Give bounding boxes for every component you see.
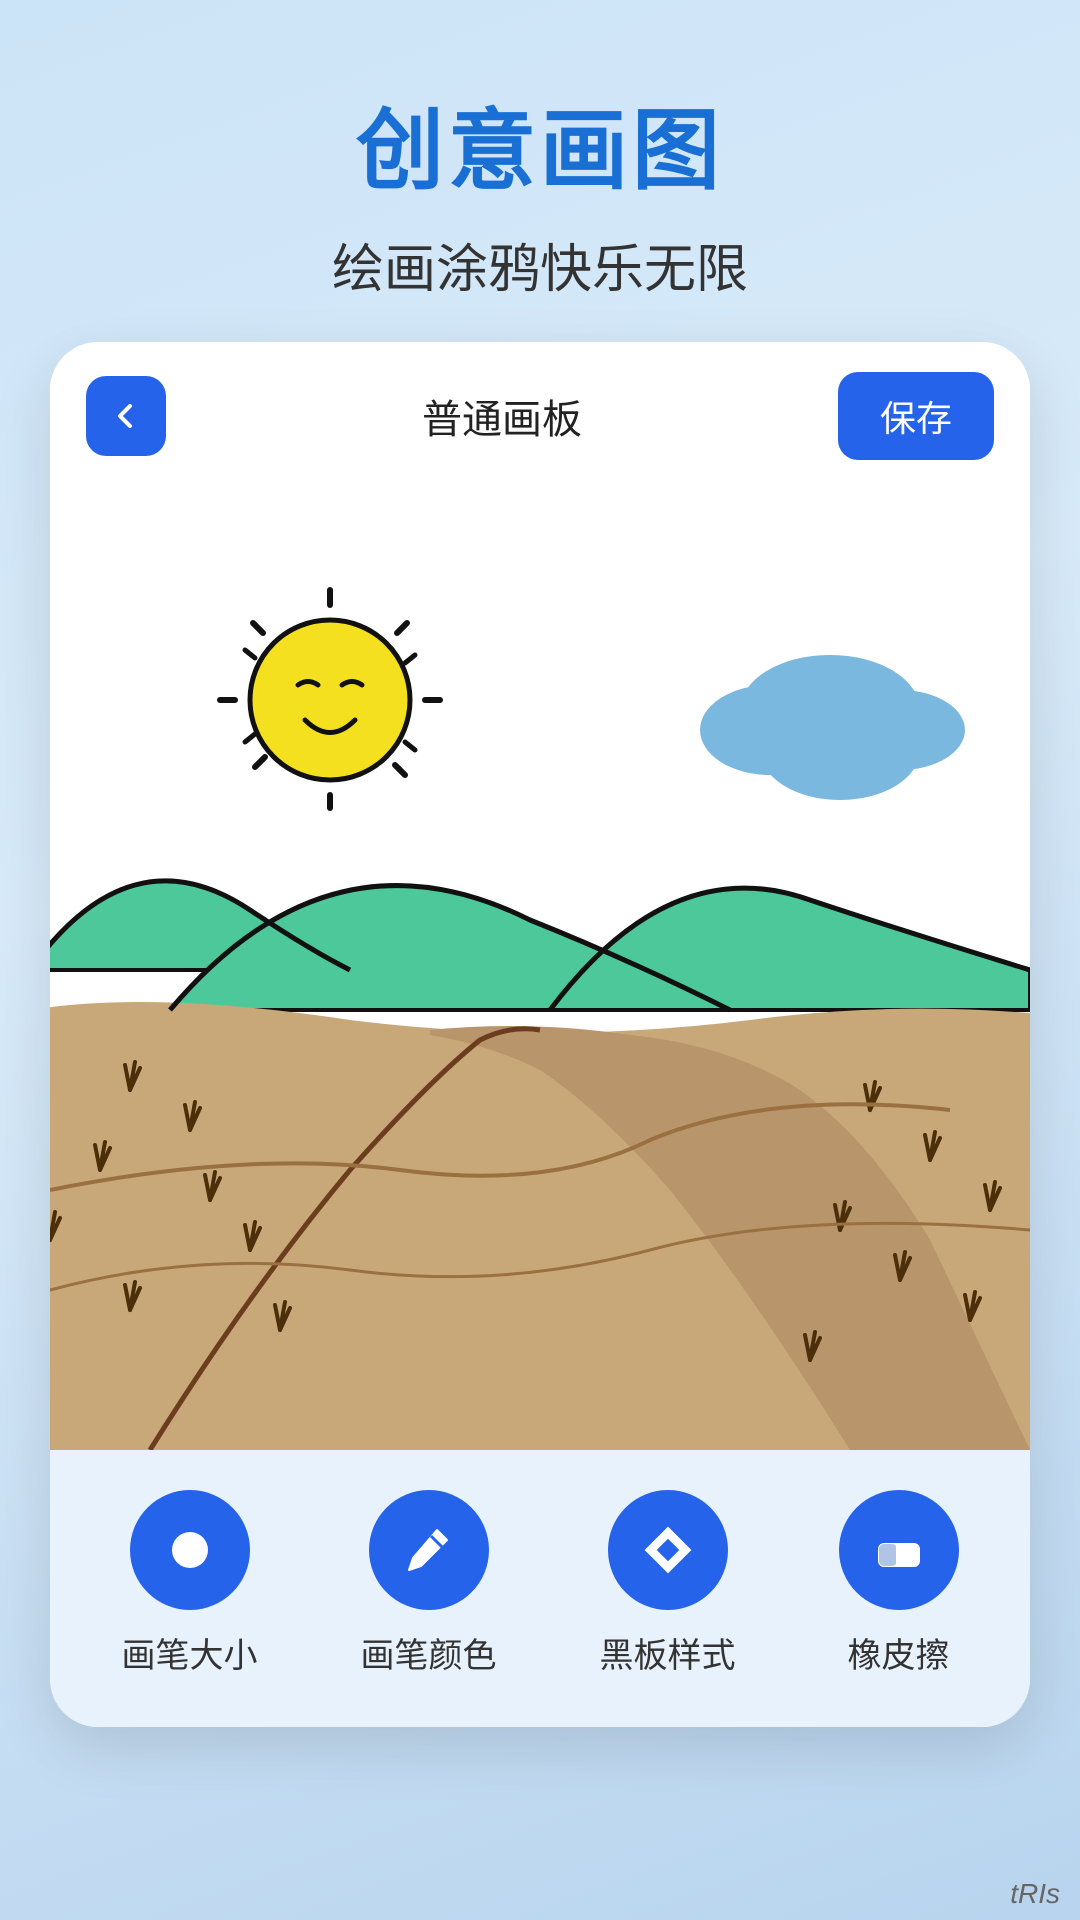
app-title: 创意画图 xyxy=(0,80,1080,207)
watermark: tRIs xyxy=(880,1760,1080,1920)
board-style-label: 黑板样式 xyxy=(600,1628,736,1677)
canvas-title: 普通画板 xyxy=(422,387,582,445)
save-button[interactable]: 保存 xyxy=(838,372,994,460)
watermark-text: tRIs xyxy=(1010,1878,1060,1910)
pen-size-label: 画笔大小 xyxy=(122,1628,258,1677)
back-button[interactable] xyxy=(86,376,166,456)
tool-pen-color[interactable]: 画笔颜色 xyxy=(361,1490,497,1677)
card-toolbar: 普通画板 保存 xyxy=(50,342,1030,490)
pen-color-label: 画笔颜色 xyxy=(361,1628,497,1677)
bottom-toolbar: 画笔大小 画笔颜色 黑板样式 xyxy=(50,1450,1030,1727)
pen-color-icon xyxy=(369,1490,489,1610)
eraser-icon xyxy=(839,1490,959,1610)
pen-size-icon xyxy=(130,1490,250,1610)
board-style-icon xyxy=(608,1490,728,1610)
main-card: 普通画板 保存 xyxy=(50,342,1030,1727)
tool-board-style[interactable]: 黑板样式 xyxy=(600,1490,736,1677)
header: 创意画图 绘画涂鸦快乐无限 xyxy=(0,0,1080,342)
eraser-label: 橡皮擦 xyxy=(848,1628,950,1677)
app-subtitle: 绘画涂鸦快乐无限 xyxy=(0,227,1080,302)
tool-eraser[interactable]: 橡皮擦 xyxy=(839,1490,959,1677)
drawing-canvas[interactable] xyxy=(50,490,1030,1450)
tool-pen-size[interactable]: 画笔大小 xyxy=(122,1490,258,1677)
